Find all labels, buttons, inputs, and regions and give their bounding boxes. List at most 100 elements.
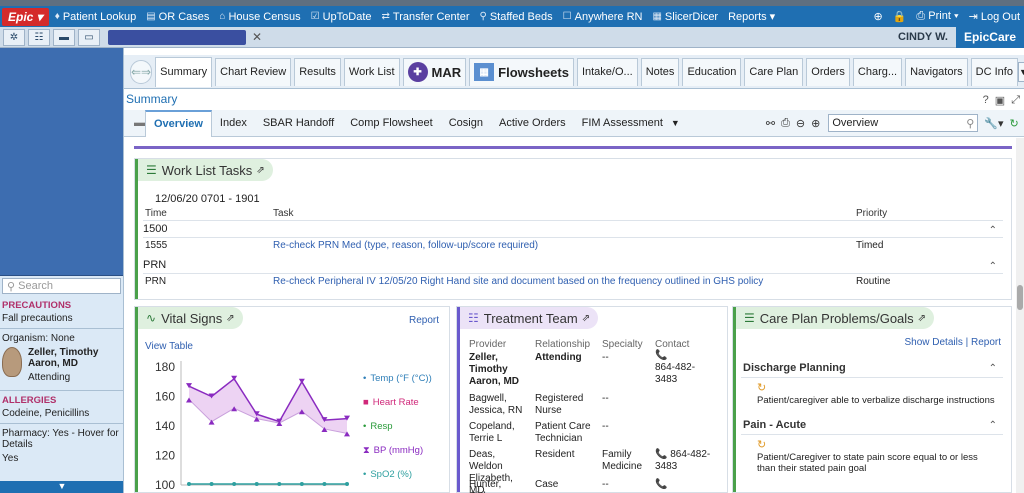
wrench-icon[interactable]: 🔧▾	[984, 117, 1003, 130]
menu-uptodate[interactable]: ☑ UpToDate	[311, 11, 372, 23]
tab-navigators[interactable]: Navigators	[905, 57, 968, 86]
window-tool-icon[interactable]: ▭	[78, 28, 100, 46]
external-link-icon[interactable]: ⇗	[918, 313, 926, 324]
content-scrollbar[interactable]	[1016, 138, 1024, 493]
external-link-icon[interactable]: ⇗	[256, 165, 264, 176]
main-menubar: Epic ▾ ♦ Patient Lookup ▤ OR Cases ⌂ House …	[0, 6, 1024, 27]
menu-slicerdicer[interactable]: ▦ SlicerDicer	[652, 11, 718, 23]
team-provider[interactable]: Zeller, Timothy Aaron, MD	[469, 352, 531, 388]
more-tabs-icon[interactable]: ▼	[1017, 61, 1024, 82]
pharmacy-value[interactable]: Pharmacy: Yes - Hover for Details	[2, 428, 121, 450]
task-link[interactable]: Re-check Peripheral IV 12/05/20 Right Ha…	[273, 276, 763, 287]
report-content: ☰ Work List Tasks ⇗ 12/06/20 0701 - 1901 …	[134, 138, 1012, 493]
team-provider[interactable]: Bagwell, Jessica, RN	[469, 393, 531, 417]
legend-spo2[interactable]: • SpO2 (%)	[363, 469, 412, 480]
spo2-point	[322, 482, 327, 486]
subtab-active-orders[interactable]: Active Orders	[491, 110, 574, 137]
subtab-overview[interactable]: Overview	[145, 109, 212, 137]
team-provider[interactable]: Hunter, Cicley	[469, 479, 531, 493]
menu-or-cases[interactable]: ▤ OR Cases	[146, 11, 209, 23]
patient-tab[interactable]	[108, 29, 246, 45]
back-forward-icon[interactable]: ⇐⇒	[130, 59, 153, 84]
binoculars-icon[interactable]: ⚯	[766, 117, 775, 130]
care-plan-goal[interactable]: Patient/caregiver able to verbalize disc…	[757, 395, 1007, 406]
legend-temp[interactable]: • Temp (°F (°C))	[363, 373, 432, 384]
subtab-comp-flowsheet[interactable]: Comp Flowsheet	[342, 110, 441, 137]
legend-bp[interactable]: ⧗ BP (mmHg)	[363, 445, 423, 456]
team-relationship: Case	[535, 479, 559, 490]
menu-anywhere-rn[interactable]: ☐ Anywhere RN	[563, 11, 643, 23]
legend-heart-rate[interactable]: ■ Heart Rate	[363, 397, 419, 408]
external-link-icon[interactable]: ⇗	[226, 313, 234, 324]
task-link[interactable]: Re-check PRN Med (type, reason, follow-u…	[273, 240, 538, 251]
tab-mar[interactable]: ✚ MAR	[402, 57, 467, 86]
subtab-index[interactable]: Index	[212, 110, 255, 137]
menu-transfer-center[interactable]: ⇄ Transfer Center	[382, 11, 470, 23]
print-button[interactable]: ⎙ Print ▾	[916, 10, 958, 23]
tab-results[interactable]: Results	[294, 57, 341, 86]
folder-tool-icon[interactable]: ▬	[53, 28, 75, 46]
tab-chart-review[interactable]: Chart Review	[215, 57, 292, 86]
phone-icon[interactable]: 📞	[655, 479, 667, 491]
collapse-icon[interactable]: ⌃	[989, 225, 997, 236]
report-search-input[interactable]: Overview ⚲	[828, 114, 979, 132]
or-cases-icon: ▤	[146, 11, 156, 22]
collapse-icon[interactable]: ⌃	[989, 261, 997, 272]
storyboard-search-input[interactable]: ⚲ Search	[2, 278, 121, 294]
goal-status-icon: ↻	[757, 439, 767, 451]
care-plan-goal[interactable]: Patient/Caregiver to state pain score eq…	[757, 452, 997, 474]
epic-menu-button[interactable]: Epic ▾	[2, 7, 49, 26]
collapse-icon[interactable]: ⌃	[989, 420, 997, 431]
subtab-menu-icon[interactable]: ▬	[134, 117, 145, 129]
show-details-link[interactable]: Show Details	[904, 337, 962, 348]
team-contact[interactable]: 📞 864-482-3483	[655, 449, 719, 473]
team-specialty: Family Medicine	[602, 449, 643, 472]
vitals-report-link[interactable]: Report	[409, 315, 439, 326]
avatar	[2, 347, 22, 377]
tab-education[interactable]: Education	[682, 57, 742, 86]
globe-icon[interactable]: ⊕	[874, 10, 883, 23]
logout-button[interactable]: ⇥ Log Out	[969, 10, 1020, 23]
print-icon[interactable]: ⎙	[781, 117, 790, 130]
back-tool-icon[interactable]: ✲	[3, 28, 25, 46]
expand-icon[interactable]: ⤢	[1011, 94, 1020, 107]
menu-reports[interactable]: Reports ▾	[728, 10, 775, 23]
list-tool-icon[interactable]: ☷	[28, 28, 50, 46]
external-link-icon[interactable]: ⇗	[582, 313, 590, 324]
collapse-icon[interactable]: ⌃	[989, 363, 997, 374]
summary-subtabs: ▬ Overview Index SBAR Handoff Comp Flows…	[124, 109, 1024, 137]
legend-resp[interactable]: • Resp	[363, 421, 393, 432]
scrollbar-thumb[interactable]	[1017, 285, 1023, 310]
view-table-link[interactable]: View Table	[145, 341, 193, 352]
tab-charge[interactable]: Charg...	[852, 57, 903, 86]
attending-provider[interactable]: Zeller, Timothy Aaron, MD Attending	[2, 347, 121, 386]
care-plan-report-link[interactable]: Report	[971, 337, 1001, 348]
patient-lookup-icon: ♦	[54, 11, 60, 22]
layout-icon[interactable]: ▣	[995, 94, 1005, 107]
zoom-in-icon[interactable]: ⊕	[811, 117, 820, 130]
help-icon[interactable]: ?	[983, 94, 989, 107]
tab-work-list[interactable]: Work List	[343, 57, 400, 86]
tab-notes[interactable]: Notes	[640, 57, 680, 86]
storyboard-expand-icon[interactable]: ▼	[0, 481, 123, 493]
subtab-cosign[interactable]: Cosign	[441, 110, 491, 137]
refresh-icon[interactable]: ↻	[1010, 117, 1019, 130]
tab-orders[interactable]: Orders	[806, 57, 850, 86]
team-provider[interactable]: Copeland, Terrie L	[469, 421, 531, 445]
tab-care-plan[interactable]: Care Plan	[744, 57, 804, 86]
tab-flowsheets[interactable]: ▦ Flowsheets	[469, 57, 574, 86]
close-tab-icon[interactable]: ✕	[252, 30, 262, 44]
menu-house-census[interactable]: ⌂ House Census	[219, 11, 300, 23]
tab-dc-info[interactable]: DC Info	[970, 57, 1018, 86]
subtab-fim-assessment[interactable]: FIM Assessment	[574, 110, 671, 137]
zoom-out-icon[interactable]: ⊖	[796, 117, 805, 130]
y-tick-label: 160	[155, 390, 175, 404]
lock-icon[interactable]: 🔒	[893, 10, 907, 23]
menu-staffed-beds[interactable]: ⚲ Staffed Beds	[480, 11, 553, 23]
tab-intake-output[interactable]: Intake/O...	[576, 57, 638, 86]
subtab-sbar-handoff[interactable]: SBAR Handoff	[255, 110, 342, 137]
menu-patient-lookup[interactable]: ♦ Patient Lookup	[55, 11, 137, 23]
subtab-more-icon[interactable]: ▼	[671, 118, 680, 128]
team-contact[interactable]: 📞 864-482-3483	[655, 350, 715, 386]
tab-summary[interactable]: Summary	[155, 56, 213, 87]
